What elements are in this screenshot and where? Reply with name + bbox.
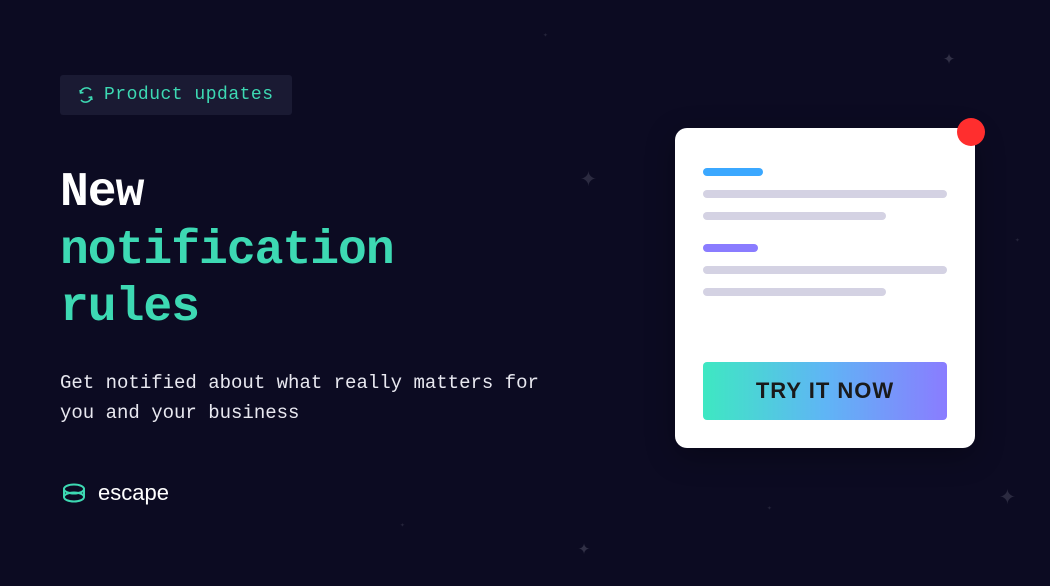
subtitle-text: Get notified about what really matters f… (60, 368, 560, 429)
logo-text: escape (98, 480, 169, 506)
placeholder-line (703, 168, 763, 176)
badge-label: Product updates (104, 85, 274, 105)
escape-logo-icon (60, 479, 88, 507)
placeholder-line (703, 244, 758, 252)
placeholder-line (703, 266, 947, 274)
star-decoration-icon: ✦ (400, 520, 405, 530)
main-heading: New notification rules (60, 165, 560, 338)
star-decoration-icon: ✦ (543, 30, 548, 40)
star-decoration-icon: ✦ (578, 535, 590, 561)
heading-line-2: notification (60, 224, 394, 278)
placeholder-line (703, 288, 886, 296)
category-badge: Product updates (60, 75, 292, 115)
heading-line-1: New (60, 166, 143, 220)
star-decoration-icon: ✦ (943, 45, 955, 71)
notification-card: TRY IT NOW (675, 128, 975, 448)
star-decoration-icon: ✦ (1015, 235, 1020, 245)
try-it-now-button[interactable]: TRY IT NOW (703, 362, 947, 420)
brand-logo: escape (60, 479, 560, 507)
notification-dot-icon (957, 118, 985, 146)
heading-line-3: rules (60, 281, 199, 335)
refresh-icon (78, 87, 94, 103)
star-decoration-icon: ✦ (580, 160, 597, 195)
placeholder-line (703, 190, 947, 198)
star-decoration-icon: ✦ (999, 478, 1016, 513)
placeholder-line (703, 212, 886, 220)
content-area: Product updates New notification rules G… (60, 75, 560, 507)
star-decoration-icon: ✦ (767, 503, 772, 513)
